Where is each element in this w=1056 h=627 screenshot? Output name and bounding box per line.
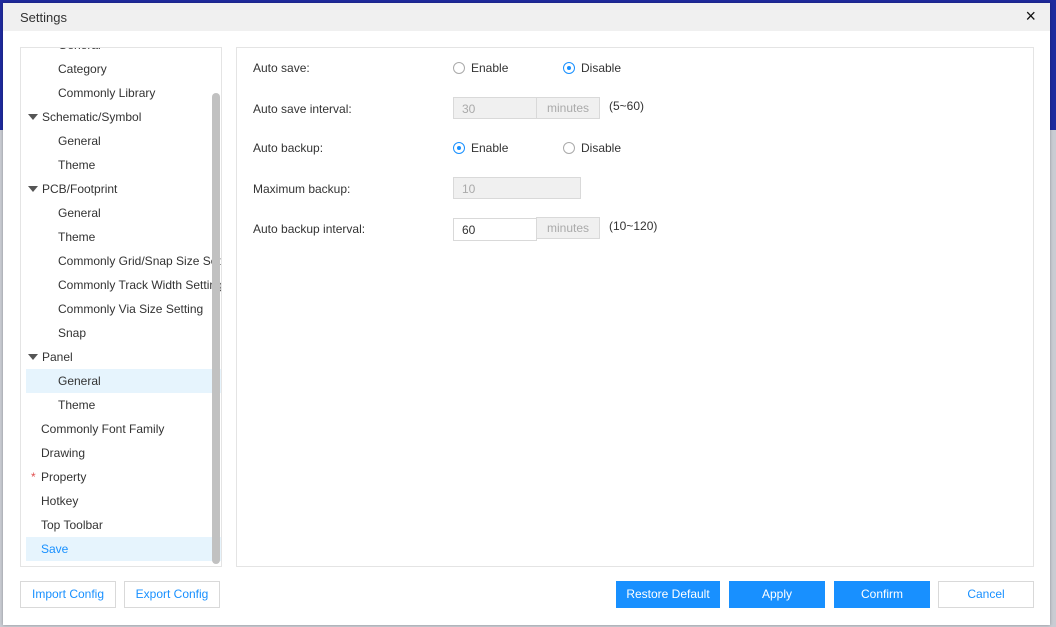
radio-label: Disable [581, 61, 622, 75]
nav-item[interactable]: Category [26, 57, 221, 81]
nav-item[interactable]: Schematic/Symbol [26, 105, 208, 129]
nav-item[interactable]: Commonly Track Width Setting [26, 273, 222, 297]
radio-circle [563, 142, 575, 154]
nav-item[interactable]: Theme [26, 225, 221, 249]
nav-item[interactable]: Theme [26, 393, 221, 417]
nav-item[interactable]: General [26, 48, 221, 57]
auto-backup-interval-label: Auto backup interval: [253, 222, 366, 236]
required-marker: * [31, 470, 36, 484]
cancel-button[interactable]: Cancel [938, 581, 1034, 608]
nav-item-label: Category [58, 62, 107, 76]
restore-default-button[interactable]: Restore Default [616, 581, 720, 608]
nav-item[interactable]: Top Toolbar [26, 513, 221, 537]
dialog-title: Settings [20, 10, 67, 25]
apply-button[interactable]: Apply [729, 581, 825, 608]
nav-item[interactable]: Panel [26, 345, 208, 369]
nav-item[interactable]: General [26, 129, 221, 153]
nav-item[interactable]: Theme [26, 153, 221, 177]
nav-item-label: Commonly Grid/Snap Size Setting [58, 254, 222, 268]
minutes-addon: minutes [536, 217, 600, 239]
nav-item-label: Panel [42, 350, 73, 364]
nav-item[interactable]: Snap [26, 321, 221, 345]
nav-item-label: Top Toolbar [41, 518, 103, 532]
nav-item-label: General [58, 206, 101, 220]
auto-backup-label: Auto backup: [253, 141, 324, 155]
nav-list: General Category Commonly Library Schematic… [21, 48, 221, 561]
radio-circle [563, 62, 575, 74]
radio-label: Disable [581, 141, 622, 155]
nav-item[interactable]: Commonly Library [26, 81, 221, 105]
save-settings-panel: Auto save: Enable Disable Auto save inte… [236, 47, 1034, 567]
settings-dialog: Settings × General Category Commonly Libra… [3, 3, 1050, 625]
maximum-backup-row: Maximum backup: 10 [253, 177, 1013, 201]
nav-item-label: PCB/Footprint [42, 182, 118, 196]
radio-label: Enable [471, 61, 509, 75]
nav-item-label: Commonly Track Width Setting [58, 278, 222, 292]
auto-save-label: Auto save: [253, 61, 310, 75]
nav-item-label: Theme [58, 398, 96, 412]
nav-item[interactable]: Drawing [26, 441, 221, 465]
radio-circle [453, 142, 465, 154]
nav-item-label: Commonly Via Size Setting [58, 302, 204, 316]
nav-item-label: Theme [58, 230, 96, 244]
caret-down-icon[interactable] [28, 186, 38, 192]
minutes-addon: minutes [536, 97, 600, 119]
nav-item-label: Drawing [41, 446, 86, 460]
nav-item-label: Theme [58, 158, 96, 172]
export-config-button[interactable]: Export Config [124, 581, 220, 608]
nav-item-label: Property [41, 470, 87, 484]
nav-item-label: Snap [58, 326, 87, 340]
caret-down-icon[interactable] [28, 354, 38, 360]
nav-item[interactable]: PCB/Footprint [26, 177, 208, 201]
close-icon[interactable]: × [1025, 6, 1036, 27]
nav-item[interactable]: Commonly Font Family [26, 417, 221, 441]
nav-item[interactable]: Commonly Grid/Snap Size Setting [26, 249, 222, 273]
caret-down-icon[interactable] [28, 114, 38, 120]
auto-save-interval-label: Auto save interval: [253, 102, 352, 116]
nav-item[interactable]: Hotkey [26, 489, 221, 513]
auto-save-row: Auto save: Enable Disable [253, 56, 1013, 80]
settings-nav: General Category Commonly Library Schematic… [20, 47, 222, 567]
dialog-header: Settings × [3, 3, 1050, 31]
nav-item-label: Commonly Font Family [41, 422, 165, 436]
radio-label: Enable [471, 141, 509, 155]
nav-item[interactable]: General [26, 201, 221, 225]
nav-item-label: Schematic/Symbol [42, 110, 142, 124]
nav-item-label: Hotkey [41, 494, 79, 508]
range-hint: (5~60) [609, 99, 645, 113]
auto-save-interval-input[interactable]: 30 [453, 97, 537, 119]
nav-item-label: Save [41, 542, 69, 556]
auto-backup-enable-radio[interactable]: Enable [453, 136, 508, 160]
auto-save-enable-radio[interactable]: Enable [453, 56, 508, 80]
nav-item-label: General [58, 374, 101, 388]
nav-item[interactable]: Commonly Via Size Setting [26, 297, 221, 321]
range-hint: (10~120) [609, 219, 658, 233]
nav-item[interactable]: General [26, 369, 221, 393]
import-config-button[interactable]: Import Config [20, 581, 116, 608]
maximum-backup-label: Maximum backup: [253, 182, 351, 196]
confirm-button[interactable]: Confirm [834, 581, 930, 608]
auto-backup-interval-input[interactable]: 60 [453, 218, 537, 241]
nav-item[interactable]: * Property [26, 465, 221, 489]
auto-backup-interval-row: Auto backup interval: 60 minutes (10~120… [253, 217, 1013, 241]
auto-save-interval-row: Auto save interval: 30 minutes (5~60) [253, 97, 1013, 121]
radio-circle [453, 62, 465, 74]
nav-scrollbar[interactable] [212, 93, 220, 564]
maximum-backup-input[interactable]: 10 [453, 177, 581, 199]
nav-item-label: Commonly Library [58, 86, 156, 100]
auto-backup-row: Auto backup: Enable Disable [253, 136, 1013, 160]
nav-item[interactable]: Save [26, 537, 221, 561]
nav-item-label: General [58, 48, 101, 52]
auto-backup-disable-radio[interactable]: Disable [563, 136, 621, 160]
auto-save-disable-radio[interactable]: Disable [563, 56, 621, 80]
nav-item-label: General [58, 134, 101, 148]
